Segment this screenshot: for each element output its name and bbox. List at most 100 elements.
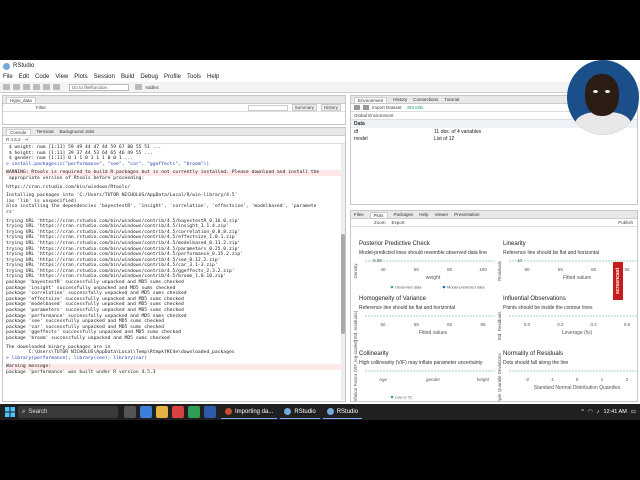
tab-help[interactable]: Help — [419, 212, 428, 217]
taskbar-app[interactable]: RStudio — [322, 405, 363, 419]
diagnostic-panel: Normality of Residuals Dots should fall a… — [497, 351, 637, 401]
console-line: https://cran.rstudio.com/bin/windows/Rto… — [6, 184, 131, 190]
screencast-watermark: screencast — [613, 262, 623, 300]
menu-debug[interactable]: Debug — [140, 74, 158, 80]
tick-label: height — [477, 377, 490, 382]
console-line: trying URL 'https://cran.rstudio.com/bin… — [6, 235, 238, 241]
zoom-button[interactable]: Zoom — [374, 220, 386, 225]
tab-background-jobs[interactable]: Background Jobs — [60, 129, 95, 134]
legend-swatch — [442, 285, 446, 289]
tab-history[interactable]: History — [393, 97, 407, 102]
save-all-icon[interactable] — [43, 84, 50, 90]
tab-viewer[interactable]: Viewer — [435, 212, 449, 217]
legend-label: Low (< 5) — [395, 395, 412, 400]
console-path: R 4.5.2 · ~/ — [3, 136, 345, 144]
panel-xlabel: Fitted values — [419, 330, 448, 336]
app-icon — [326, 408, 334, 415]
new-file-icon[interactable] — [3, 84, 10, 90]
open-file-icon[interactable] — [23, 84, 30, 90]
console-line: $ weight: num [1:11] 59 49 44 47 44 59 6… — [6, 145, 162, 150]
tab-connections[interactable]: Connections — [413, 97, 438, 102]
excel-icon[interactable] — [188, 406, 200, 418]
publish-button[interactable]: Publish — [618, 220, 633, 225]
taskbar-app[interactable]: RStudio — [280, 405, 320, 419]
console-line: rs' — [6, 209, 15, 215]
new-project-icon[interactable] — [13, 84, 20, 90]
tab-hypo-data[interactable]: Hypo_data — [6, 96, 36, 103]
file-explorer-icon[interactable] — [156, 406, 168, 418]
edge-icon[interactable] — [140, 406, 152, 418]
word-icon[interactable] — [204, 406, 216, 418]
scope-select[interactable]: Global Environment — [354, 113, 394, 118]
history-button[interactable]: History — [320, 104, 341, 111]
goto-file-input[interactable]: Go to file/function — [69, 83, 129, 91]
panel-ylabel: Residuals — [497, 260, 502, 281]
load-workspace-icon[interactable] — [354, 105, 360, 110]
menu-profile[interactable]: Profile — [164, 74, 181, 80]
panel-title: Normality of Residuals — [503, 351, 563, 357]
print-icon[interactable] — [53, 84, 60, 90]
menu-build[interactable]: Build — [121, 74, 134, 80]
tray-overflow-icon[interactable]: ^ — [581, 409, 584, 415]
diagnostic-panel: Homogeneity of Variance Reference line sh… — [353, 296, 495, 341]
save-workspace-icon[interactable] — [363, 105, 369, 110]
export-button[interactable]: Export — [392, 220, 405, 225]
title-bar: RStudio — [0, 60, 640, 72]
menu-tools[interactable]: Tools — [187, 74, 201, 80]
menu-session[interactable]: Session — [94, 74, 115, 80]
console-line: trying URL 'https://cran.rstudio.com/bin… — [6, 218, 241, 224]
tab-packages[interactable]: Packages — [394, 212, 414, 217]
addins-menu[interactable]: Addins — [145, 85, 159, 90]
menu-file[interactable]: File — [3, 74, 13, 80]
console-line: package 'correlation' successfully unpac… — [6, 291, 187, 297]
menu-code[interactable]: Code — [35, 74, 49, 80]
volume-icon[interactable]: ♪ — [597, 409, 600, 415]
console-scrollbar[interactable] — [341, 144, 345, 400]
tab-files[interactable]: Files — [354, 212, 364, 217]
notification-icon[interactable]: ▭ — [631, 409, 636, 415]
console-output[interactable]: $ weight: num [1:11] 59 49 44 47 44 59 6… — [3, 144, 345, 377]
summary-button[interactable]: Summary — [291, 104, 317, 111]
console-scroll-thumb[interactable] — [341, 234, 345, 334]
console-line: Installing packages into 'C:/Users/TUTOR… — [6, 193, 238, 199]
console-line: trying URL 'https://cran.rstudio.com/bin… — [6, 240, 241, 246]
task-view-icon[interactable] — [124, 406, 136, 418]
panel-subtitle: Model-predicted lines should resemble ob… — [359, 250, 487, 256]
tick-label: 65 — [480, 322, 486, 327]
windows-start-icon[interactable] — [2, 404, 18, 420]
menu-help[interactable]: Help — [207, 74, 219, 80]
tab-plots[interactable]: Plots — [369, 211, 388, 218]
console-line: trying URL 'https://cran.rstudio.com/bin… — [6, 252, 244, 258]
diagnostic-panel: Posterior Predictive Check Model-predicte… — [353, 241, 495, 290]
wifi-icon[interactable]: ◠ — [588, 409, 593, 415]
webcam-eye-left — [593, 90, 598, 93]
console-line: also installing the dependencies 'bayest… — [6, 204, 317, 210]
window-title: RStudio — [13, 63, 35, 69]
source-search-input[interactable] — [247, 104, 288, 111]
save-icon[interactable] — [33, 84, 40, 90]
taskbar-app[interactable]: Importing da... — [221, 405, 278, 419]
console-line: trying URL 'https://cran.rstudio.com/bin… — [6, 257, 221, 263]
environment-row[interactable]: model List of 12 — [351, 135, 637, 142]
menu-plots[interactable]: Plots — [74, 74, 87, 80]
tab-console[interactable]: Console — [6, 128, 31, 135]
tab-environment[interactable]: Environment — [354, 96, 388, 103]
import-dataset-button[interactable]: Import Dataset — [372, 105, 402, 110]
panel-subtitle: Reference line should be flat and horizo… — [359, 305, 455, 311]
clock[interactable]: 12:41 AM — [604, 409, 627, 415]
rstudio-window: RStudio File Edit Code View Plots Session Buil… — [0, 60, 640, 420]
tab-presentation[interactable]: Presentation — [454, 212, 479, 217]
variable-value: 11 obs. of 4 variables — [434, 128, 482, 135]
menu-edit[interactable]: Edit — [19, 74, 29, 80]
panel-title: Linearity — [503, 241, 526, 247]
tab-terminal[interactable]: Terminal — [37, 129, 54, 134]
tab-tutorial[interactable]: Tutorial — [444, 97, 459, 102]
diagnostic-plots: Posterior Predictive Check Model-predicte… — [351, 235, 637, 401]
memory-usage[interactable]: 485 MiB — [407, 105, 424, 110]
chrome-icon[interactable] — [172, 406, 184, 418]
console-line: appropriate version of Rtools before pro… — [6, 175, 145, 181]
grid-icon[interactable] — [135, 84, 142, 90]
filter-button[interactable]: Filter — [36, 105, 46, 110]
menu-view[interactable]: View — [55, 74, 68, 80]
taskbar-search[interactable]: ⌕ Search — [18, 406, 118, 418]
